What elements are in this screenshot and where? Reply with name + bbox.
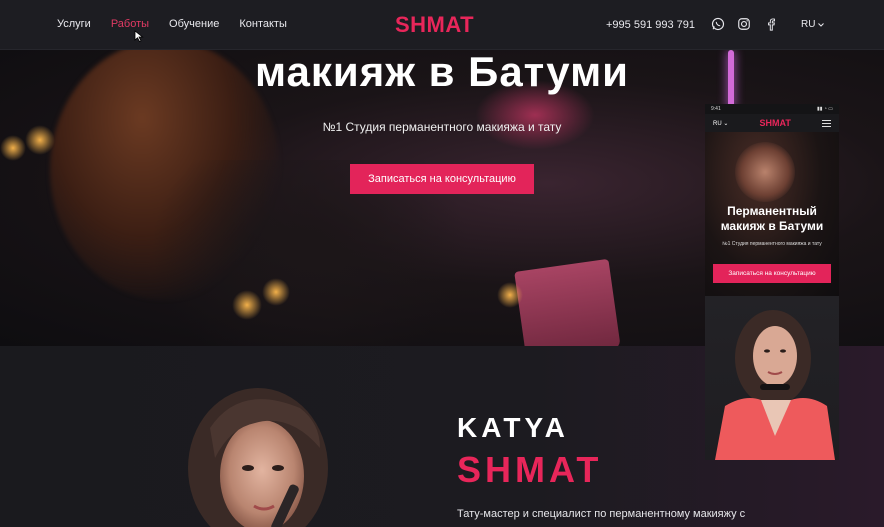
- hero-photo-cup: [514, 258, 621, 346]
- bokeh-light: [262, 278, 290, 306]
- language-label: RU: [801, 19, 816, 30]
- mobile-preview: 9:41 ▮▮ ◔ ▭ RU ⌄ SHMAT Перманентный маки…: [705, 104, 839, 460]
- about-description: Тату-мастер и специалист по перманентном…: [457, 508, 746, 520]
- main-nav: Услуги Работы Обучение Контакты: [57, 18, 287, 30]
- facebook-icon[interactable]: [764, 17, 778, 31]
- mobile-consultation-button[interactable]: Записаться на консультацию: [713, 264, 831, 283]
- mobile-hero-photo: [735, 142, 795, 202]
- language-selector[interactable]: RU: [801, 19, 825, 30]
- phone-link[interactable]: +995 591 993 791: [606, 19, 695, 31]
- mobile-header: RU ⌄ SHMAT: [705, 114, 839, 132]
- nav-contacts[interactable]: Контакты: [239, 18, 287, 30]
- name-first: KATYA: [457, 412, 569, 443]
- bokeh-light: [232, 290, 262, 320]
- nav-works[interactable]: Работы: [111, 18, 149, 30]
- mobile-time: 9:41: [711, 106, 721, 112]
- mobile-hero: Перманентный макияж в Батуми №1 Студия п…: [705, 132, 839, 296]
- mobile-master-portrait: [705, 296, 839, 460]
- whatsapp-icon[interactable]: [711, 17, 725, 31]
- name-last: SHMAT: [457, 449, 603, 490]
- mobile-language-label: RU: [713, 120, 722, 127]
- logo[interactable]: SHMAT: [395, 12, 474, 38]
- site-header: Услуги Работы Обучение Контакты SHMAT +9…: [0, 0, 884, 50]
- nav-training[interactable]: Обучение: [169, 18, 219, 30]
- consultation-button[interactable]: Записаться на консультацию: [350, 164, 534, 194]
- bokeh-light: [0, 135, 26, 161]
- nav-services[interactable]: Услуги: [57, 18, 91, 30]
- mobile-logo[interactable]: SHMAT: [760, 118, 791, 128]
- instagram-icon[interactable]: [737, 17, 751, 31]
- chevron-down-icon: [818, 22, 825, 27]
- mobile-hero-title: Перманентный макияж в Батуми: [705, 204, 839, 234]
- bokeh-light: [497, 282, 523, 308]
- mobile-status-bar: 9:41 ▮▮ ◔ ▭: [705, 104, 839, 114]
- mobile-title-line1: Перманентный: [727, 204, 817, 218]
- mouse-cursor-icon: [134, 30, 144, 42]
- mobile-title-line2: макияж в Батуми: [720, 219, 824, 233]
- signal-battery-icon: ▮▮ ◔ ▭: [816, 106, 833, 112]
- mobile-language[interactable]: RU ⌄: [713, 120, 728, 127]
- mobile-hero-subtitle: №1 Студия перманентного макияжа и тату: [722, 241, 822, 247]
- menu-icon[interactable]: [822, 119, 831, 127]
- hero-title: макияж в Батуми: [254, 50, 629, 95]
- master-portrait: [188, 388, 328, 527]
